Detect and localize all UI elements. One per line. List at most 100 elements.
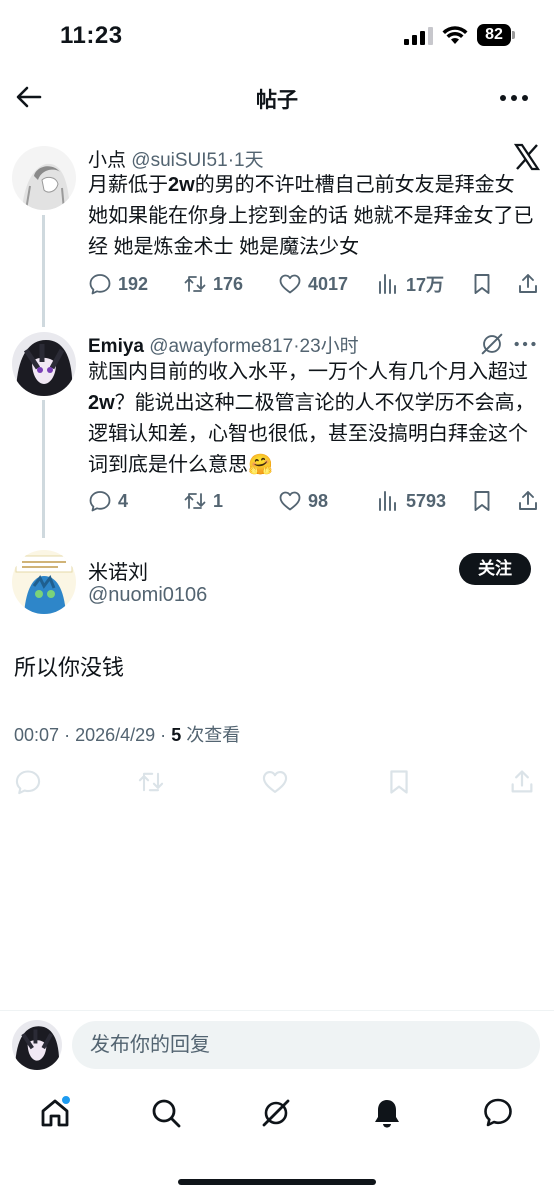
heart-icon[interactable] (261, 768, 289, 796)
nav-grok[interactable] (259, 1096, 293, 1130)
main-post-avatar[interactable] (12, 550, 76, 614)
x-logo-icon (513, 143, 541, 171)
post-text: 就国内目前的收入水平，一万个人有几个月入超过 2w？能说出这种二极管言论的人不仅学… (88, 357, 538, 481)
page-title: 帖子 (256, 89, 298, 112)
post-text-part: ？能说出这种二极管言论的人不仅学历不会高，逻辑认知差，心智也很低，甚至没搞明白拜… (88, 392, 535, 476)
like-button[interactable]: 4017 (278, 269, 348, 299)
post-text-part: 月薪低于 (88, 174, 168, 196)
reply-count: 192 (118, 273, 149, 294)
post-actions: 4 1 98 5793 (88, 486, 544, 516)
thread-line (42, 215, 45, 327)
share-icon[interactable] (508, 768, 536, 796)
avatar-image (12, 550, 76, 614)
bookmark-icon[interactable] (385, 768, 413, 796)
separator-dot: · (160, 725, 167, 745)
divider (0, 1010, 554, 1011)
post-date: 2026/4/29 (75, 725, 156, 745)
follow-button[interactable]: 关注 (459, 553, 531, 585)
home-indicator (178, 1179, 376, 1185)
repost-count: 176 (213, 273, 244, 294)
main-post-actions (0, 766, 554, 798)
post-text-bold: 2w (88, 392, 115, 414)
views-count: 5 (171, 725, 182, 745)
heart-icon (279, 491, 301, 511)
main-author-name[interactable]: 米诺刘 (88, 556, 148, 585)
wifi-icon (442, 26, 468, 44)
post-meta: 00:07 · 2026/4/29 · 5 次查看 (14, 721, 240, 747)
views-button[interactable]: 17万 (376, 269, 444, 299)
avatar[interactable] (12, 146, 76, 210)
post-time: 00:07 (14, 725, 60, 745)
separator-dot: · (64, 725, 71, 745)
reply-button[interactable]: 192 (88, 269, 148, 299)
more-options-icon[interactable] (498, 86, 530, 110)
views-icon (379, 274, 396, 294)
nav-search[interactable] (149, 1096, 183, 1130)
repost-icon (184, 276, 206, 292)
views-button[interactable]: 5793 (376, 486, 446, 516)
notifications-icon (375, 1100, 399, 1128)
post-text: 月薪低于2w的男的不许吐槽自己前女友是拜金女 她如果能在你身上挖到金的话 她就不… (88, 170, 538, 263)
status-bar: 11:23 82 (0, 0, 554, 70)
post-time: 1天 (234, 150, 264, 171)
thread-line (42, 400, 45, 538)
more-options-icon[interactable] (512, 330, 540, 358)
nav-notifications[interactable] (370, 1096, 404, 1130)
repost-button[interactable]: 176 (183, 269, 243, 299)
bookmark-icon[interactable] (470, 272, 494, 296)
reply-count: 4 (118, 490, 129, 511)
repost-icon[interactable] (137, 768, 165, 796)
post-text-part: 就国内目前的收入水平，一万个人有几个月入超过 (88, 361, 528, 383)
bottom-nav (0, 1090, 554, 1140)
post-time: 23小时 (299, 336, 359, 357)
main-author-handle[interactable]: @nuomi0106 (88, 584, 207, 607)
post-text-bold: 2w (168, 174, 195, 196)
status-time: 11:23 (60, 22, 123, 49)
avatar[interactable] (12, 332, 76, 396)
views-icon (379, 491, 396, 511)
repost-button[interactable]: 1 (183, 486, 223, 516)
post-actions: 192 176 4017 17万 (88, 269, 544, 299)
author-handle[interactable]: @suiSUI51 (131, 150, 227, 171)
search-icon (152, 1099, 181, 1128)
grok-icon[interactable] (478, 330, 506, 358)
battery-level: 82 (477, 24, 511, 46)
nav-home[interactable] (38, 1095, 72, 1130)
author-name[interactable]: 小点 (88, 150, 126, 171)
post-header: Emiya @awayforme817·23小时 (88, 331, 359, 358)
bookmark-icon[interactable] (470, 489, 494, 513)
reply-icon[interactable] (14, 768, 42, 796)
post-header: 小点 @suiSUI51·1天 (88, 145, 264, 172)
like-count: 98 (308, 490, 329, 511)
battery-tip (512, 31, 515, 39)
views-label[interactable]: 次查看 (186, 725, 240, 745)
avatar-image (12, 146, 76, 210)
grok-icon (262, 1099, 290, 1127)
reply-button[interactable]: 4 (88, 486, 128, 516)
views-count: 17万 (406, 275, 445, 295)
top-header: 帖子 (0, 72, 554, 126)
messages-icon (484, 1098, 512, 1127)
reply-input[interactable]: 发布你的回复 (72, 1021, 540, 1069)
notification-dot (61, 1095, 71, 1105)
like-button[interactable]: 98 (278, 486, 328, 516)
share-icon[interactable] (516, 272, 540, 296)
views-count: 5793 (406, 490, 447, 511)
battery-indicator: 82 (477, 24, 517, 46)
heart-icon (279, 274, 301, 294)
current-user-avatar[interactable] (12, 1020, 62, 1070)
repost-count: 1 (213, 490, 224, 511)
author-handle[interactable]: @awayforme817 (149, 336, 293, 357)
author-name[interactable]: Emiya (88, 336, 144, 357)
share-icon[interactable] (516, 489, 540, 513)
main-post-text: 所以你没钱 (14, 655, 125, 680)
avatar-image (12, 332, 76, 396)
repost-icon (184, 493, 206, 509)
nav-messages[interactable] (481, 1096, 515, 1130)
reply-icon (89, 491, 111, 512)
signal-icon (404, 27, 433, 45)
reply-icon (89, 274, 111, 295)
avatar-image (12, 1020, 62, 1070)
hug-emoji: 🤗 (248, 454, 273, 476)
like-count: 4017 (308, 273, 349, 294)
